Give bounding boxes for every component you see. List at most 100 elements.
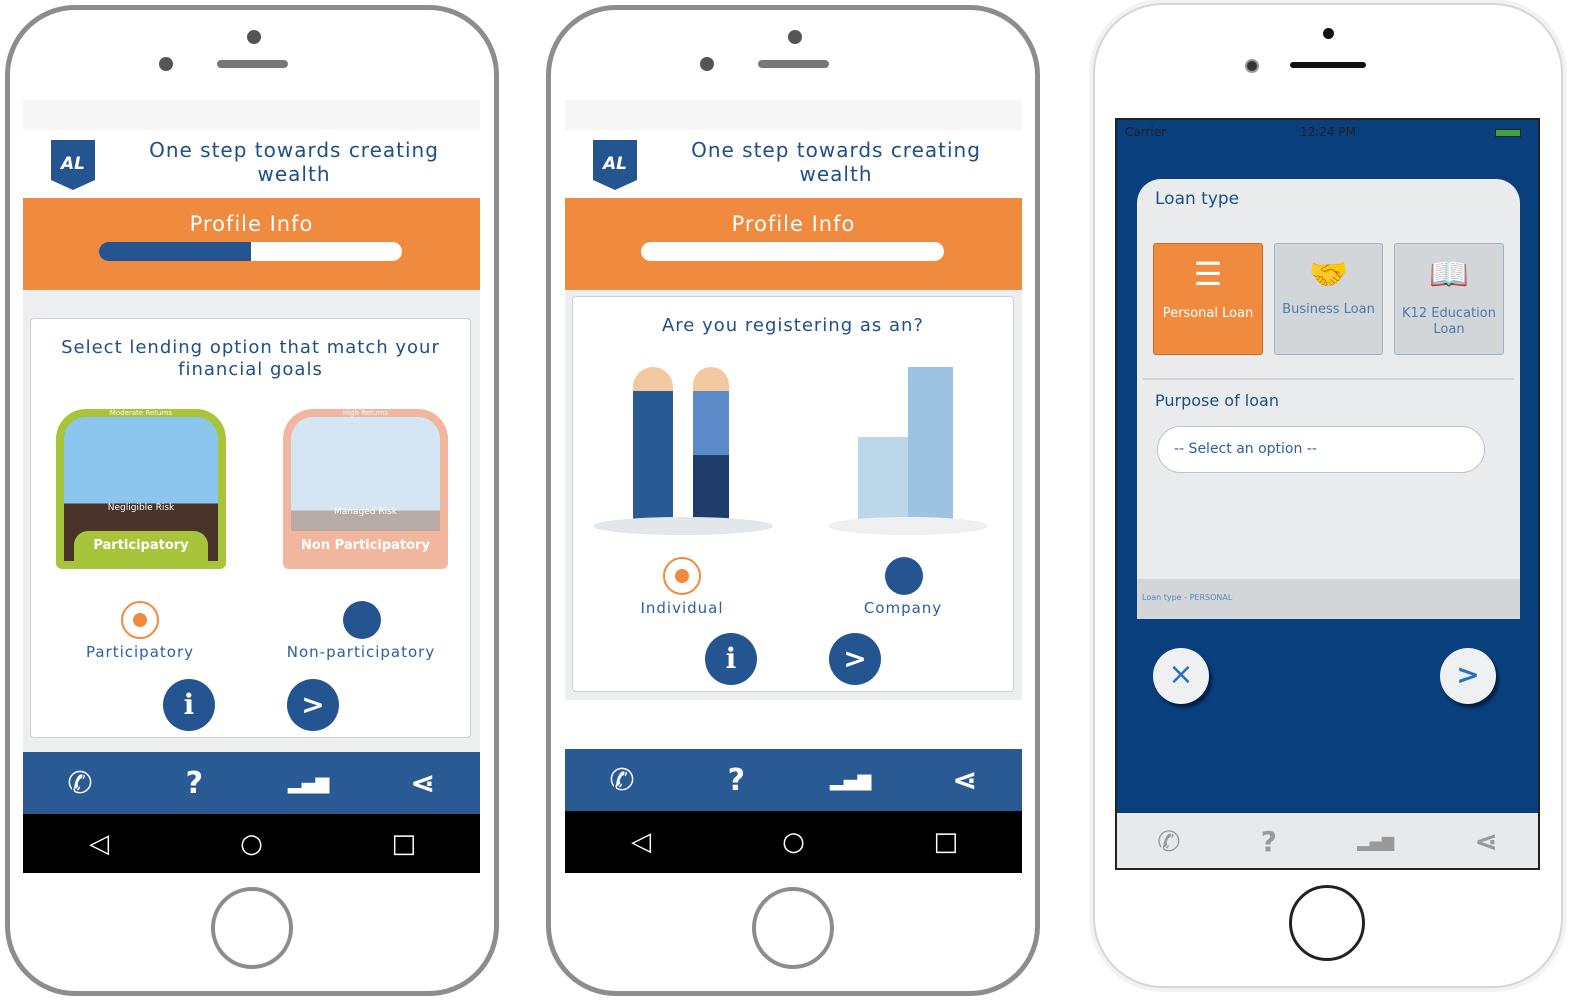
image-title: Participatory [74, 531, 208, 561]
logo: AL [51, 140, 95, 190]
carrier: Carrier [1125, 125, 1167, 139]
status-bar [565, 100, 1022, 130]
home-button[interactable] [211, 887, 293, 969]
non-participatory-image[interactable]: High Returns Managed Risk Non Participat… [283, 409, 448, 569]
info-button[interactable]: i [163, 679, 215, 731]
individual-illustration[interactable] [593, 367, 773, 537]
home-button[interactable] [1289, 885, 1365, 961]
label-non-participatory: Non-participatory [286, 643, 436, 661]
book-icon: 📖 [1429, 255, 1469, 293]
stats-icon[interactable]: ▂▄▆ [1357, 832, 1394, 851]
tagline: One step towards creating wealth [149, 138, 439, 186]
profile-info-banner: Profile Info [565, 198, 1022, 290]
image-caption: Managed Risk [334, 507, 397, 517]
radio-company[interactable] [885, 557, 923, 595]
radio-non-participatory[interactable] [343, 601, 381, 639]
battery-icon [1495, 129, 1521, 137]
app-header: AL One step towards creating wealth [565, 130, 1022, 198]
speaker [217, 60, 288, 68]
speaker [1290, 62, 1366, 68]
tagline: One step towards creating wealth [691, 138, 981, 186]
home-button[interactable] [752, 887, 834, 969]
company-illustration[interactable] [828, 367, 988, 537]
stats-icon[interactable]: ▂▄▆ [821, 770, 881, 791]
next-button[interactable]: > [287, 679, 339, 731]
footer-text: Loan type - PERSONAL [1142, 593, 1233, 602]
help-icon[interactable]: ? [1261, 825, 1277, 858]
label-participatory: Participatory [85, 643, 194, 661]
handshake-icon: 🤝 [1308, 255, 1349, 293]
tile-label: Personal Loan [1162, 306, 1254, 321]
back-icon[interactable]: ◁ [69, 829, 129, 859]
ios-status-bar: Carrier 12:24 PM [1117, 125, 1538, 145]
image-title: Non Participatory [291, 531, 440, 561]
loan-type-label: Loan type [1155, 189, 1240, 209]
logo: AL [593, 140, 637, 190]
next-button[interactable]: > [1440, 648, 1496, 704]
android-nav: ◁ ○ □ [565, 811, 1022, 873]
clock: 12:24 PM [1300, 125, 1356, 139]
home-icon[interactable]: ○ [221, 829, 281, 859]
lending-card: Select lending option that match your fi… [30, 318, 471, 738]
profile-info-banner: Profile Info [23, 198, 480, 290]
bottom-nav: ✆ ? ▂▄▆ ⋖ [23, 752, 480, 814]
image-caption: Negligible Risk [107, 503, 175, 513]
loan-card: Loan type ☰ Personal Loan 🤝 Business Loa… [1137, 179, 1520, 619]
sensor [247, 30, 261, 44]
front-camera [700, 57, 714, 71]
stats-icon[interactable]: ▂▄▆ [279, 773, 339, 794]
info-button[interactable]: i [705, 633, 757, 685]
registration-card: Are you registering as an? Individual Co… [572, 296, 1014, 692]
question: Are you registering as an? [661, 315, 924, 336]
cancel-button[interactable]: × [1153, 648, 1209, 704]
screen-loan-type: Carrier 12:24 PM Loan type ☰ Personal Lo… [1115, 118, 1540, 870]
tile-label: Business Loan [1282, 302, 1375, 317]
home-icon[interactable]: ○ [763, 827, 823, 857]
purpose-select[interactable]: -- Select an option -- [1157, 426, 1485, 473]
sensor [1323, 28, 1334, 39]
label-individual: Individual [640, 599, 724, 617]
section-title: Profile Info [189, 212, 314, 236]
tile-business-loan[interactable]: 🤝 Business Loan [1274, 243, 1383, 355]
bottom-nav: ✆ ? ▂▄▆ ⋖ [1117, 813, 1538, 868]
radio-individual[interactable] [663, 557, 701, 595]
phone-icon[interactable]: ✆ [1157, 825, 1180, 858]
tile-personal-loan[interactable]: ☰ Personal Loan [1153, 243, 1263, 355]
android-nav: ◁ ○ □ [23, 814, 480, 873]
recent-apps-icon[interactable]: □ [916, 827, 976, 857]
radio-participatory[interactable] [121, 601, 159, 639]
front-camera [159, 57, 173, 71]
progress-bar [99, 242, 402, 261]
status-bar [23, 100, 480, 130]
purpose-label: Purpose of loan [1155, 391, 1279, 410]
recent-apps-icon[interactable]: □ [374, 829, 434, 859]
back-icon[interactable]: ◁ [611, 827, 671, 857]
tile-k12-education-loan[interactable]: 📖 K12 Education Loan [1394, 243, 1504, 355]
person-list-icon: ☰ [1193, 255, 1223, 293]
app-header: AL One step towards creating wealth [23, 130, 480, 198]
sensor [788, 30, 802, 44]
participatory-image[interactable]: Moderate Returns Negligible Risk Partici… [56, 409, 226, 569]
question: Select lending option that match your fi… [61, 337, 440, 380]
progress-fill [99, 242, 251, 261]
progress-bar [641, 242, 944, 261]
phone-icon[interactable]: ✆ [592, 763, 652, 798]
share-icon[interactable]: ⋖ [393, 766, 453, 801]
help-icon[interactable]: ? [706, 763, 766, 798]
help-icon[interactable]: ? [164, 766, 224, 801]
image-ribbon: High Returns [342, 409, 389, 417]
speaker [758, 60, 829, 68]
bottom-nav: ✆ ? ▂▄▆ ⋖ [565, 749, 1022, 811]
section-title: Profile Info [731, 212, 856, 236]
share-icon[interactable]: ⋖ [1474, 825, 1497, 858]
label-company: Company [863, 599, 943, 617]
phone-icon[interactable]: ✆ [50, 766, 110, 801]
divider [1143, 378, 1514, 380]
screen-registration-type: AL One step towards creating wealth Prof… [565, 100, 1022, 873]
image-ribbon: Moderate Returns [109, 409, 173, 417]
next-button[interactable]: > [829, 633, 881, 685]
tile-label: K12 Education Loan [1402, 306, 1496, 337]
screen-lending-option: AL One step towards creating wealth Prof… [23, 100, 480, 873]
loan-type-footer: Loan type - PERSONAL [1137, 579, 1520, 619]
share-icon[interactable]: ⋖ [935, 763, 995, 798]
